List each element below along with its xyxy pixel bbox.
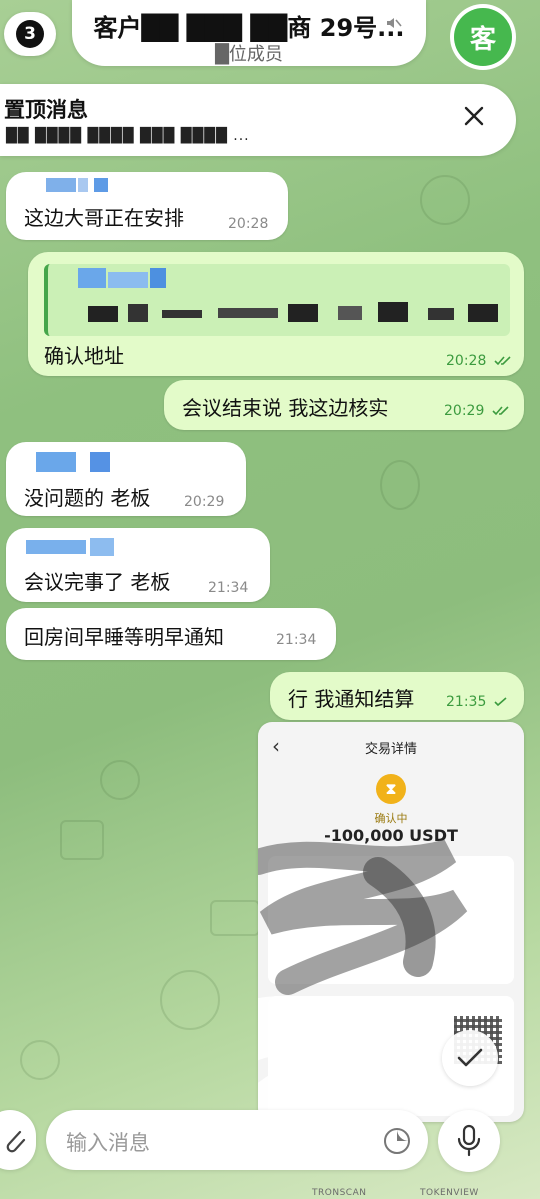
chat-title: 客户██ ███ ██商 29号... [93,14,405,42]
check-icon [457,1048,483,1067]
member-count: █位成员 [215,44,283,65]
back-button[interactable]: 3 [4,12,56,56]
message-text: 这边大哥正在安排 [24,206,184,230]
background-doodle [420,175,470,225]
chat-title-header[interactable]: 客户██ ███ ██商 29号... █位成员 [72,0,426,66]
blurred-sender-name [26,538,116,558]
pinned-label: 置顶消息 [4,98,88,122]
paperclip-icon [6,1130,26,1153]
blurred-sender-name [36,452,116,472]
message-time: 21:34 [208,580,249,596]
blurred-reply-text [88,300,508,324]
input-placeholder: 输入消息 [66,1131,150,1155]
message-time: 20:28 [446,353,512,369]
message-bubble-incoming[interactable]: 没问题的 老板 20:29 [6,442,246,516]
unread-count-badge: 3 [16,20,44,48]
time-label: 20:29 [444,403,485,419]
attach-button[interactable] [0,1110,36,1170]
voice-message-button[interactable] [438,1110,500,1172]
tronscan-label: TRONSCAN [312,1188,367,1198]
message-bubble-outgoing[interactable]: 会议结束说 我这边核实 20:29 [164,380,524,430]
message-time: 20:29 [444,403,510,419]
quoted-reply [44,264,510,336]
time-label: 21:35 [446,694,487,710]
pinned-preview-text: ██ ████ ████ ███ ████ ... [6,128,250,144]
message-time: 20:29 [184,494,225,510]
background-doodle [380,460,420,510]
background-doodle [210,900,260,936]
sent-check-icon [494,697,507,707]
pinned-preview: ██ ████ ████ ███ ████ ... [6,128,446,146]
message-input[interactable]: 输入消息 [46,1110,428,1170]
message-time: 20:28 [228,216,269,232]
blurred-reply-sender [78,268,168,288]
pinned-message-bar[interactable]: 置顶消息 ██ ████ ████ ███ ████ ... [0,84,516,156]
message-time: 21:35 [446,694,508,710]
message-text: 会议结束说 我这边核实 [182,396,389,420]
hourglass-icon: ⧗ [376,774,406,804]
transaction-title: 交易详情 [364,742,417,757]
background-doodle [60,820,104,860]
background-doodle [20,1040,60,1080]
blurred-sender-name [46,178,116,194]
message-text: 回房间早睡等明早通知 [24,625,224,649]
read-receipt-icon [492,406,509,416]
close-icon[interactable] [456,98,492,134]
transaction-status: 确认中 [374,812,408,825]
message-bubble-incoming[interactable]: 会议完事了 老板 21:34 [6,528,270,602]
message-text: 会议完事了 老板 [24,570,171,594]
message-text: 行 我通知结算 [288,687,415,711]
message-bubble-incoming[interactable]: 回房间早睡等明早通知 21:34 [6,608,336,660]
mute-icon [387,18,402,28]
message-bubble-outgoing[interactable]: 确认地址 20:28 [28,252,524,376]
message-bubble-outgoing[interactable]: 行 我通知结算 21:35 [270,672,524,720]
read-receipt-icon [494,356,511,366]
share-check-button[interactable] [442,1030,498,1086]
message-bubble-incoming[interactable]: 这边大哥正在安排 20:28 [6,172,288,240]
message-time: 21:34 [276,632,317,648]
message-text: 确认地址 [44,344,124,368]
message-text: 没问题的 老板 [24,486,151,510]
avatar-letter: 客 [454,8,512,66]
background-doodle [160,970,220,1030]
background-doodle [100,760,140,800]
sticker-icon[interactable] [382,1126,412,1156]
group-avatar[interactable]: 客 [450,4,516,70]
time-label: 20:28 [446,353,487,369]
microphone-icon [457,1124,481,1157]
tokenview-label: TOKENVIEW [420,1188,479,1198]
